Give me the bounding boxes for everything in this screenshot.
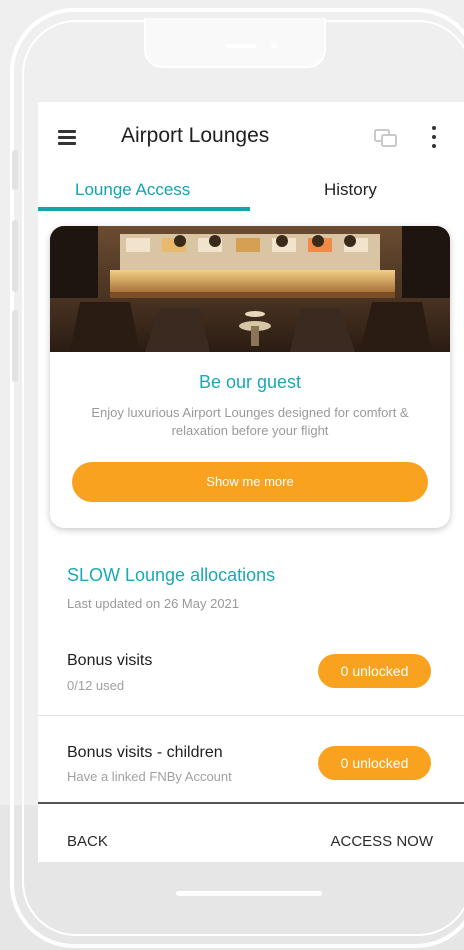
chat-icon[interactable] xyxy=(374,128,398,148)
phone-volume-up xyxy=(12,220,18,292)
active-tab-indicator xyxy=(38,207,250,211)
back-button[interactable]: BACK xyxy=(67,833,108,850)
phone-speaker xyxy=(226,44,256,48)
promo-title: Be our guest xyxy=(198,372,302,392)
promo-description: Enjoy luxurious Airport Lounges designed… xyxy=(91,405,409,438)
menu-icon[interactable] xyxy=(58,130,76,145)
lounge-image xyxy=(50,226,450,352)
phone-notch xyxy=(144,18,326,68)
allocation-status-pill[interactable]: 0 unlocked xyxy=(318,746,431,780)
page-title: Airport Lounges xyxy=(121,124,270,147)
bottom-action-bar: BACK ACCESS NOW xyxy=(38,802,464,862)
app-screen: Airport Lounges Lounge Access History Be… xyxy=(38,102,464,862)
phone-camera xyxy=(271,43,277,49)
allocations-title: SLOW Lounge allocations xyxy=(67,565,276,585)
tab-bar: Lounge Access History xyxy=(38,172,464,212)
access-now-button[interactable]: ACCESS NOW xyxy=(330,833,433,850)
tab-history[interactable]: History xyxy=(324,180,377,200)
phone-volume-down xyxy=(12,310,18,382)
more-vertical-icon[interactable] xyxy=(431,126,437,150)
show-me-more-button[interactable]: Show me more xyxy=(72,462,428,502)
row-divider xyxy=(38,715,464,716)
allocation-status-pill[interactable]: 0 unlocked xyxy=(318,654,431,688)
allocation-row-subtitle: Have a linked FNBy Account xyxy=(67,769,232,784)
home-indicator[interactable] xyxy=(176,891,322,896)
app-bar: Airport Lounges xyxy=(38,102,464,172)
allocation-row-title: Bonus visits - children xyxy=(67,744,223,761)
tab-lounge-access[interactable]: Lounge Access xyxy=(75,180,190,200)
phone-side-button xyxy=(12,150,18,190)
allocation-row-title: Bonus visits xyxy=(67,652,153,669)
allocation-row-subtitle: 0/12 used xyxy=(67,678,125,693)
allocations-last-updated: Last updated on 26 May 2021 xyxy=(67,596,240,611)
promo-card: Be our guest Enjoy luxurious Airport Lou… xyxy=(50,226,450,528)
